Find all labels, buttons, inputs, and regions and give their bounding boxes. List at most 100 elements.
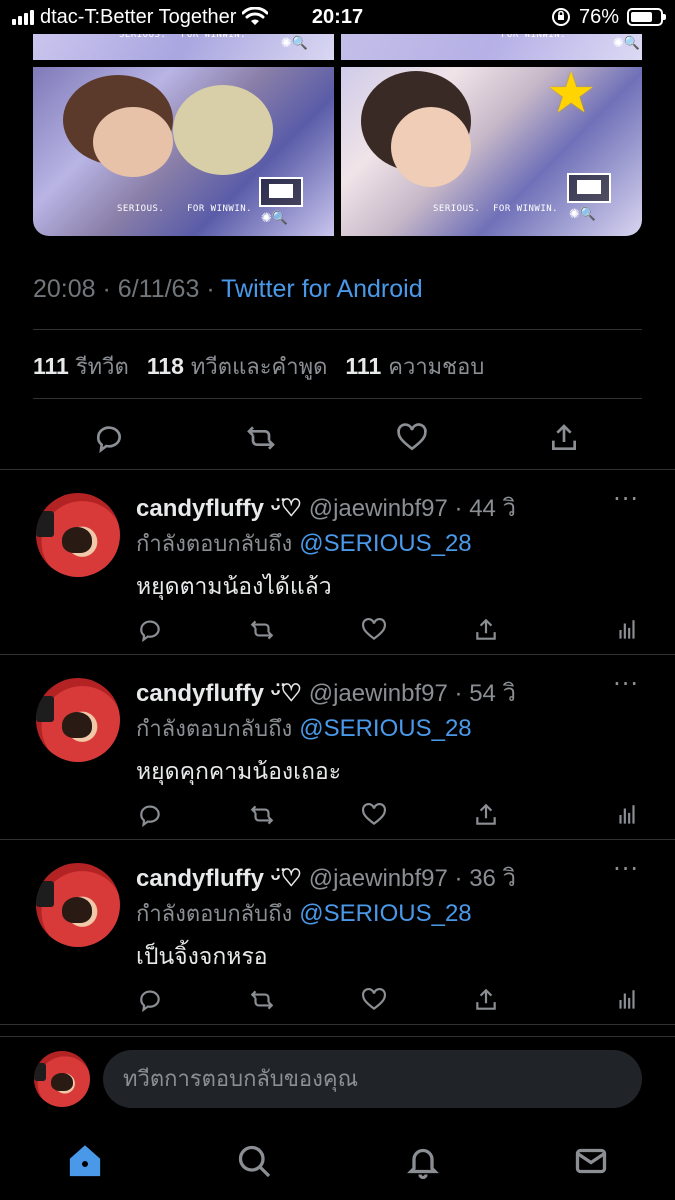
media-image-3[interactable]: SERIOUS. FOR WINWIN. ✺🔍: [33, 67, 334, 236]
replying-to: กำลังตอบกลับถึง @SERIOUS_28: [136, 526, 472, 561]
analytics-button[interactable]: [610, 613, 644, 647]
reply-icon: [140, 620, 160, 643]
reply-time: · 54 วิ: [454, 680, 517, 707]
divider: [0, 839, 675, 840]
like-button[interactable]: [357, 613, 391, 647]
reply-button[interactable]: [89, 418, 129, 458]
reply-button[interactable]: [133, 798, 167, 832]
image-ui-icon: ✺🔍: [569, 207, 597, 222]
tweet-timestamp: 20:08 · 6/11/63 · Twitter for Android: [33, 275, 423, 304]
photo-subject: [391, 107, 471, 187]
replying-to-label: กำลังตอบกลับถึง: [136, 532, 293, 557]
tab-search[interactable]: [229, 1136, 279, 1186]
user-handle: @jaewinbf97: [308, 495, 448, 522]
like-button[interactable]: [392, 418, 432, 458]
image-ui-icon: ✺🔍: [280, 36, 308, 51]
battery-icon: [627, 8, 666, 26]
divider: [0, 654, 675, 655]
bottom-tab-bar: [0, 1124, 675, 1200]
share-icon: [476, 988, 496, 1010]
display-name[interactable]: candyfluffy ᵕ̈♡: [136, 865, 302, 892]
image-caption: SERIOUS.: [117, 204, 165, 214]
media-image-4[interactable]: ★ SERIOUS. FOR WINWIN. ✺🔍: [341, 67, 642, 236]
retweet-button[interactable]: [241, 418, 281, 458]
status-left: dtac-T:Better Together: [12, 6, 269, 29]
battery-percent: 76%: [578, 5, 619, 28]
reply-tweet[interactable]: candyfluffy ᵕ̈♡ @jaewinbf97 · 36 วิ ··· …: [0, 843, 675, 1028]
analytics-button[interactable]: [610, 798, 644, 832]
avatar[interactable]: [36, 678, 120, 762]
share-icon: [552, 424, 576, 450]
reply-button[interactable]: [133, 983, 167, 1017]
photo-subject: [173, 85, 273, 175]
image-ui-icon: ✺🔍: [261, 211, 289, 226]
media-image-2[interactable]: FOR WINWIN. ✺🔍: [341, 30, 642, 60]
more-options-icon[interactable]: ···: [613, 670, 639, 698]
tab-home[interactable]: [60, 1136, 110, 1186]
reply-tweet[interactable]: candyfluffy ᵕ̈♡ @jaewinbf97 · 54 วิ ··· …: [0, 658, 675, 843]
reply-tweet[interactable]: candyfluffy ᵕ̈♡ @jaewinbf97 · 44 วิ ··· …: [0, 473, 675, 658]
tweet-source-link[interactable]: Twitter for Android: [221, 275, 422, 303]
my-avatar[interactable]: [34, 1051, 90, 1107]
reply-icon: [140, 990, 160, 1013]
share-button[interactable]: [544, 418, 584, 458]
share-button[interactable]: [469, 983, 503, 1017]
retweets-stat[interactable]: 111 รีทวีต: [33, 349, 137, 384]
tweet-media-grid[interactable]: SERIOUS. FOR WINWIN. ✺🔍 FOR WINWIN. ✺🔍 S…: [33, 30, 642, 236]
retweet-button[interactable]: [245, 798, 279, 832]
retweet-icon: [247, 426, 275, 450]
frame-icon: [259, 177, 303, 207]
media-image-1[interactable]: SERIOUS. FOR WINWIN. ✺🔍: [33, 30, 334, 60]
image-caption: SERIOUS.: [433, 204, 481, 214]
mention-link[interactable]: @SERIOUS_28: [299, 715, 471, 742]
reply-text: เป็นจิ้งจกหรอ: [136, 944, 268, 970]
user-handle: @jaewinbf97: [308, 865, 448, 892]
more-options-icon[interactable]: ···: [613, 485, 639, 513]
reply-input[interactable]: [103, 1050, 642, 1108]
reply-button[interactable]: [133, 613, 167, 647]
home-icon: [69, 1145, 101, 1177]
avatar[interactable]: [36, 863, 120, 947]
mention-link[interactable]: @SERIOUS_28: [299, 530, 471, 557]
share-button[interactable]: [469, 613, 503, 647]
likes-stat[interactable]: 111 ความชอบ: [345, 349, 492, 384]
reply-text: หยุดคุกคามน้องเถอะ: [136, 759, 342, 785]
photo-subject: [93, 107, 173, 177]
tab-messages[interactable]: [566, 1136, 616, 1186]
user-handle: @jaewinbf97: [308, 680, 448, 707]
like-icon: [362, 617, 386, 641]
divider: [33, 329, 642, 330]
reply-header: candyfluffy ᵕ̈♡ @jaewinbf97 · 44 วิ: [136, 488, 516, 527]
like-icon: [397, 423, 427, 451]
avatar[interactable]: [36, 493, 120, 577]
wifi-icon: [242, 7, 269, 25]
meta-separator: ·: [102, 275, 111, 303]
divider: [33, 398, 642, 399]
quotes-label: ทวีตและคำพูด: [190, 355, 328, 380]
status-right: 76%: [551, 5, 666, 29]
analytics-button[interactable]: [610, 983, 644, 1017]
retweet-button[interactable]: [245, 613, 279, 647]
reply-action-bar: [0, 983, 675, 1019]
tweet-date: 6/11/63: [117, 275, 200, 303]
more-options-icon[interactable]: ···: [613, 855, 639, 883]
display-name[interactable]: candyfluffy ᵕ̈♡: [136, 495, 302, 522]
messages-icon: [575, 1148, 607, 1174]
reply-time: · 36 วิ: [454, 865, 517, 892]
tweet-action-bar: [0, 410, 675, 462]
notifications-icon: [407, 1148, 439, 1179]
quotes-stat[interactable]: 118 ทวีตและคำพูด: [147, 349, 336, 384]
reply-header: candyfluffy ᵕ̈♡ @jaewinbf97 · 54 วิ: [136, 673, 516, 712]
likes-label: ความชอบ: [388, 355, 485, 380]
display-name[interactable]: candyfluffy ᵕ̈♡: [136, 680, 302, 707]
like-button[interactable]: [357, 798, 391, 832]
like-button[interactable]: [357, 983, 391, 1017]
replying-to-label: กำลังตอบกลับถึง: [136, 902, 293, 927]
analytics-icon: [619, 620, 635, 639]
likes-count: 111: [345, 353, 382, 379]
retweet-button[interactable]: [245, 983, 279, 1017]
like-icon: [362, 987, 386, 1011]
tab-notifications[interactable]: [398, 1136, 448, 1186]
mention-link[interactable]: @SERIOUS_28: [299, 900, 471, 927]
share-button[interactable]: [469, 798, 503, 832]
